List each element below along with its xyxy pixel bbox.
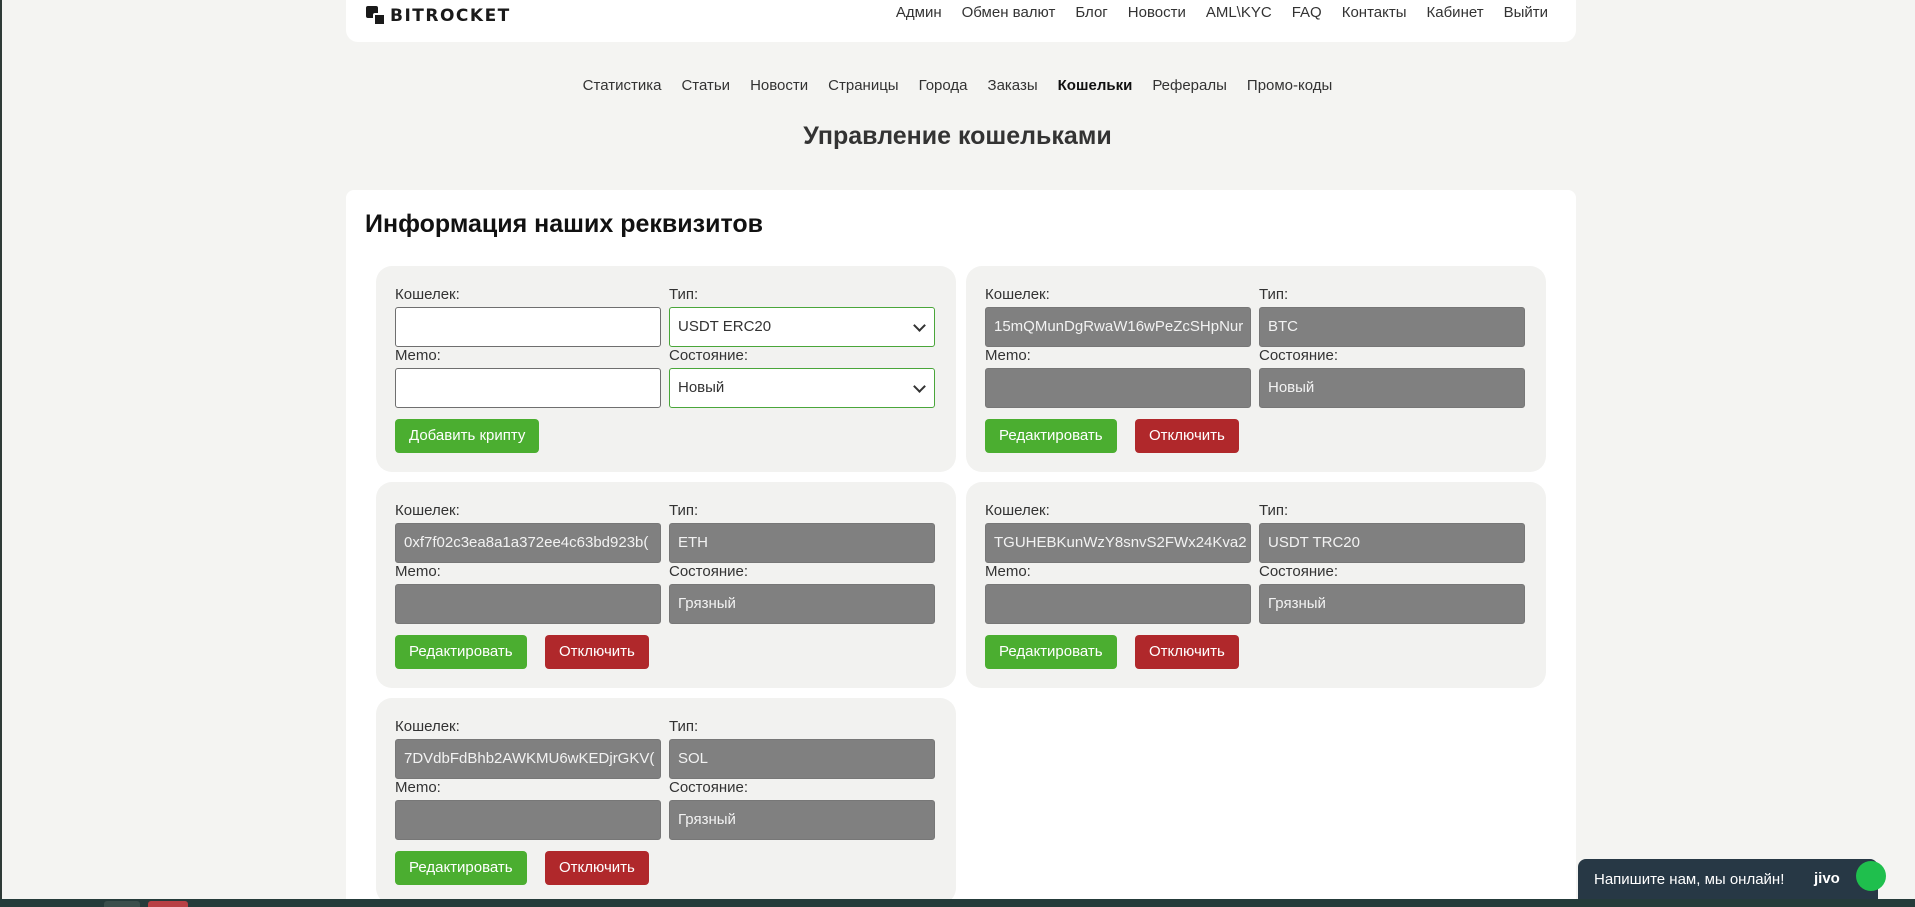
wallet-card-eth: Кошелек: 0xf7f02c3ea8a1a372ee4c63bd923b(… <box>376 482 956 688</box>
memo-label: Memo: <box>395 347 441 364</box>
add-crypto-button[interactable]: Добавить крипту <box>395 419 540 453</box>
taskbar <box>0 899 1915 907</box>
memo-label: Memo: <box>395 563 441 580</box>
state-label: Состояние: <box>669 779 749 796</box>
wallet-card-btc: Кошелек: 15mQMunDgRwaW16wPeZcSHpNur Тип:… <box>966 266 1546 472</box>
state-label: Состояние: <box>669 563 749 580</box>
wallet-field: 7DVdbFdBhb2AWKMU6wKEDjrGKV( <box>395 739 661 779</box>
nav-admin[interactable]: Админ <box>896 4 942 21</box>
nav-cabinet[interactable]: Кабинет <box>1427 4 1484 21</box>
wallets-panel: Информация наших реквизитов Кошелек: Тип… <box>346 190 1576 907</box>
nav-contacts[interactable]: Контакты <box>1342 4 1407 21</box>
disable-button[interactable]: Отключить <box>545 851 649 885</box>
disable-button[interactable]: Отключить <box>1135 635 1239 669</box>
type-field: BTC <box>1259 307 1525 347</box>
state-field: Грязный <box>669 800 935 840</box>
type-field: ETH <box>669 523 935 563</box>
taskbar-item[interactable] <box>148 901 188 907</box>
type-field: SOL <box>669 739 935 779</box>
wallet-card-usdt-trc20: Кошелек: TGUHEBKunWzY8snvS2FWx24Kva2 Тип… <box>966 482 1546 688</box>
edit-button[interactable]: Редактировать <box>395 635 527 669</box>
chevron-down-icon <box>913 380 926 393</box>
type-label: Тип: <box>669 286 699 303</box>
wallet-label: Кошелек: <box>985 286 1050 303</box>
memo-label: Memo: <box>985 347 1031 364</box>
subnav-statistics[interactable]: Статистика <box>583 77 662 94</box>
subnav-orders[interactable]: Заказы <box>988 77 1038 94</box>
memo-input[interactable] <box>395 368 661 408</box>
chat-prompt: Напишите нам, мы онлайн! <box>1594 871 1785 888</box>
type-label: Тип: <box>1259 286 1289 303</box>
memo-field <box>395 584 661 624</box>
panel-title: Информация наших реквизитов <box>365 210 763 238</box>
state-field: Новый <box>1259 368 1525 408</box>
nav-news[interactable]: Новости <box>1128 4 1186 21</box>
chat-brand-logo: jivo <box>1814 870 1840 887</box>
type-select-value: USDT ERC20 <box>678 318 772 335</box>
disable-button[interactable]: Отключить <box>545 635 649 669</box>
nav-faq[interactable]: FAQ <box>1292 4 1322 21</box>
wallet-field: 0xf7f02c3ea8a1a372ee4c63bd923b( <box>395 523 661 563</box>
type-field: USDT TRC20 <box>1259 523 1525 563</box>
top-nav: Админ Обмен валют Блог Новости AML\KYC F… <box>896 4 1548 21</box>
nav-exchange[interactable]: Обмен валют <box>962 4 1056 21</box>
wallet-label: Кошелек: <box>395 718 460 735</box>
wallet-field: TGUHEBKunWzY8snvS2FWx24Kva2 <box>985 523 1251 563</box>
state-field: Грязный <box>1259 584 1525 624</box>
wallet-card-sol: Кошелек: 7DVdbFdBhb2AWKMU6wKEDjrGKV( Тип… <box>376 698 956 904</box>
subnav-promo-codes[interactable]: Промо-коды <box>1247 77 1332 94</box>
type-select[interactable]: USDT ERC20 <box>669 307 935 347</box>
edit-button[interactable]: Редактировать <box>985 635 1117 669</box>
admin-sub-nav: Статистика Статьи Новости Страницы Город… <box>0 77 1915 94</box>
subnav-pages[interactable]: Страницы <box>828 77 898 94</box>
wallet-label: Кошелек: <box>985 502 1050 519</box>
subnav-news[interactable]: Новости <box>750 77 808 94</box>
nav-aml-kyc[interactable]: AML\KYC <box>1206 4 1272 21</box>
nav-logout[interactable]: Выйти <box>1504 4 1548 21</box>
edit-button[interactable]: Редактировать <box>985 419 1117 453</box>
site-header: BITROCKET Админ Обмен валют Блог Новости… <box>346 0 1576 42</box>
state-label: Состояние: <box>1259 347 1339 364</box>
memo-field <box>985 584 1251 624</box>
logo-icon <box>366 6 386 26</box>
nav-blog[interactable]: Блог <box>1075 4 1107 21</box>
subnav-wallets[interactable]: Кошельки <box>1058 77 1133 94</box>
subnav-referrals[interactable]: Рефералы <box>1152 77 1227 94</box>
state-field: Грязный <box>669 584 935 624</box>
memo-label: Memo: <box>395 779 441 796</box>
state-select[interactable]: Новый <box>669 368 935 408</box>
chat-widget[interactable]: Напишите нам, мы онлайн! jivo <box>1578 859 1886 903</box>
state-label: Состояние: <box>1259 563 1339 580</box>
wallet-label: Кошелек: <box>395 502 460 519</box>
disable-button[interactable]: Отключить <box>1135 419 1239 453</box>
logo[interactable]: BITROCKET <box>366 6 511 26</box>
subnav-articles[interactable]: Статьи <box>681 77 730 94</box>
page-title: Управление кошельками <box>803 122 1112 150</box>
taskbar-item[interactable] <box>104 901 140 907</box>
logo-text: BITROCKET <box>390 6 511 26</box>
state-select-value: Новый <box>678 379 725 396</box>
wallet-field: 15mQMunDgRwaW16wPeZcSHpNur <box>985 307 1251 347</box>
type-label: Тип: <box>669 718 699 735</box>
state-label: Состояние: <box>669 347 749 364</box>
subnav-cities[interactable]: Города <box>919 77 968 94</box>
new-wallet-card: Кошелек: Тип: USDT ERC20 Memo: Состояние… <box>376 266 956 472</box>
memo-field <box>985 368 1251 408</box>
memo-field <box>395 800 661 840</box>
chat-online-icon <box>1856 861 1886 891</box>
memo-label: Memo: <box>985 563 1031 580</box>
wallet-label: Кошелек: <box>395 286 460 303</box>
chevron-down-icon <box>913 319 926 332</box>
edit-button[interactable]: Редактировать <box>395 851 527 885</box>
type-label: Тип: <box>1259 502 1289 519</box>
type-label: Тип: <box>669 502 699 519</box>
wallet-input[interactable] <box>395 307 661 347</box>
